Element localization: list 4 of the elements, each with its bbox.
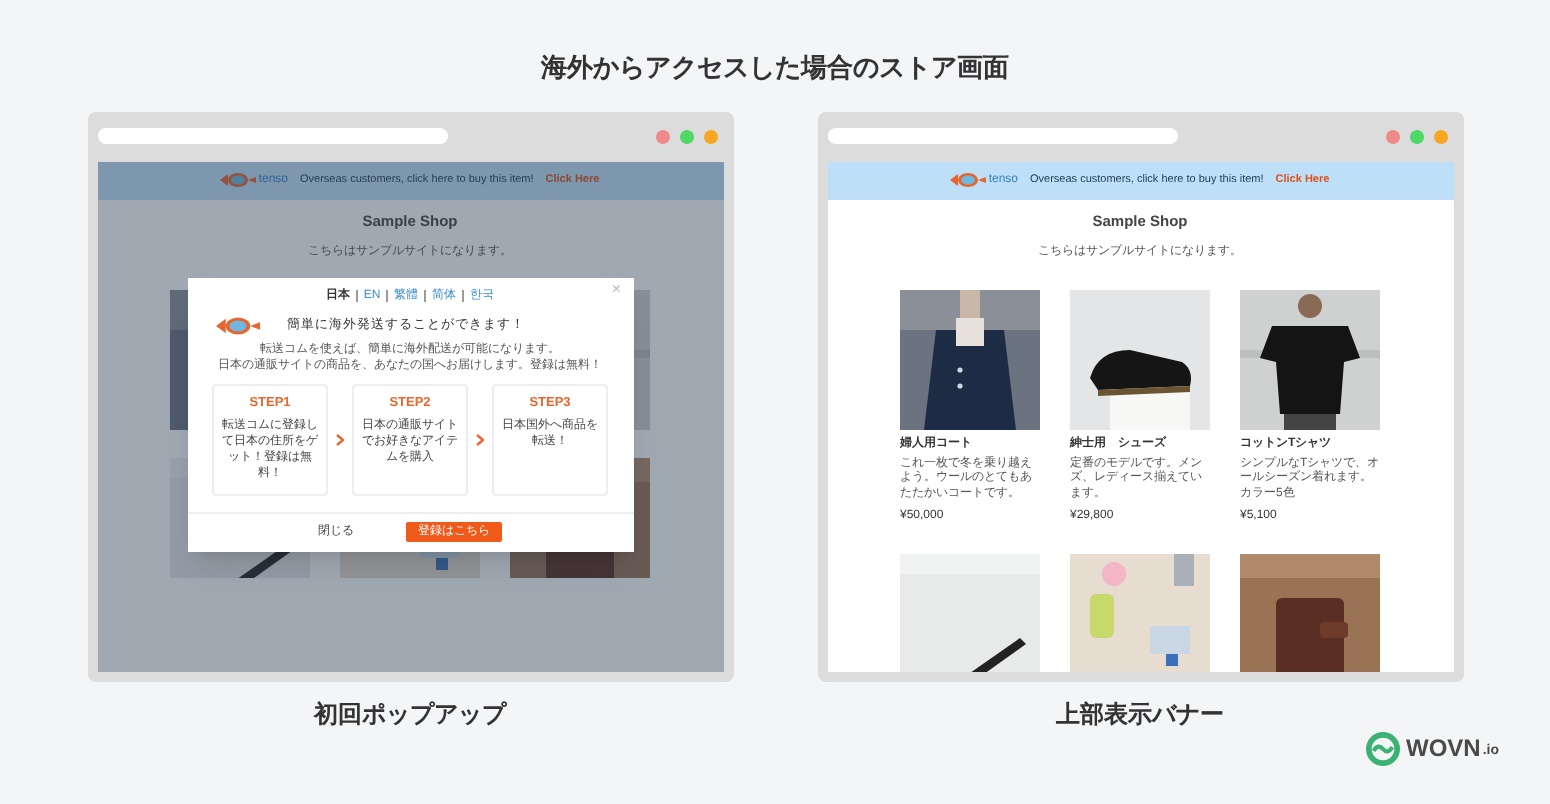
screen-caption: 初回ポップアップ [314, 697, 506, 731]
page-heading: 海外からアクセスした場合のストア画面 [541, 50, 1009, 86]
brand-name: WOVN [1406, 732, 1481, 766]
screen-caption: 上部表示バナー [1056, 697, 1224, 731]
